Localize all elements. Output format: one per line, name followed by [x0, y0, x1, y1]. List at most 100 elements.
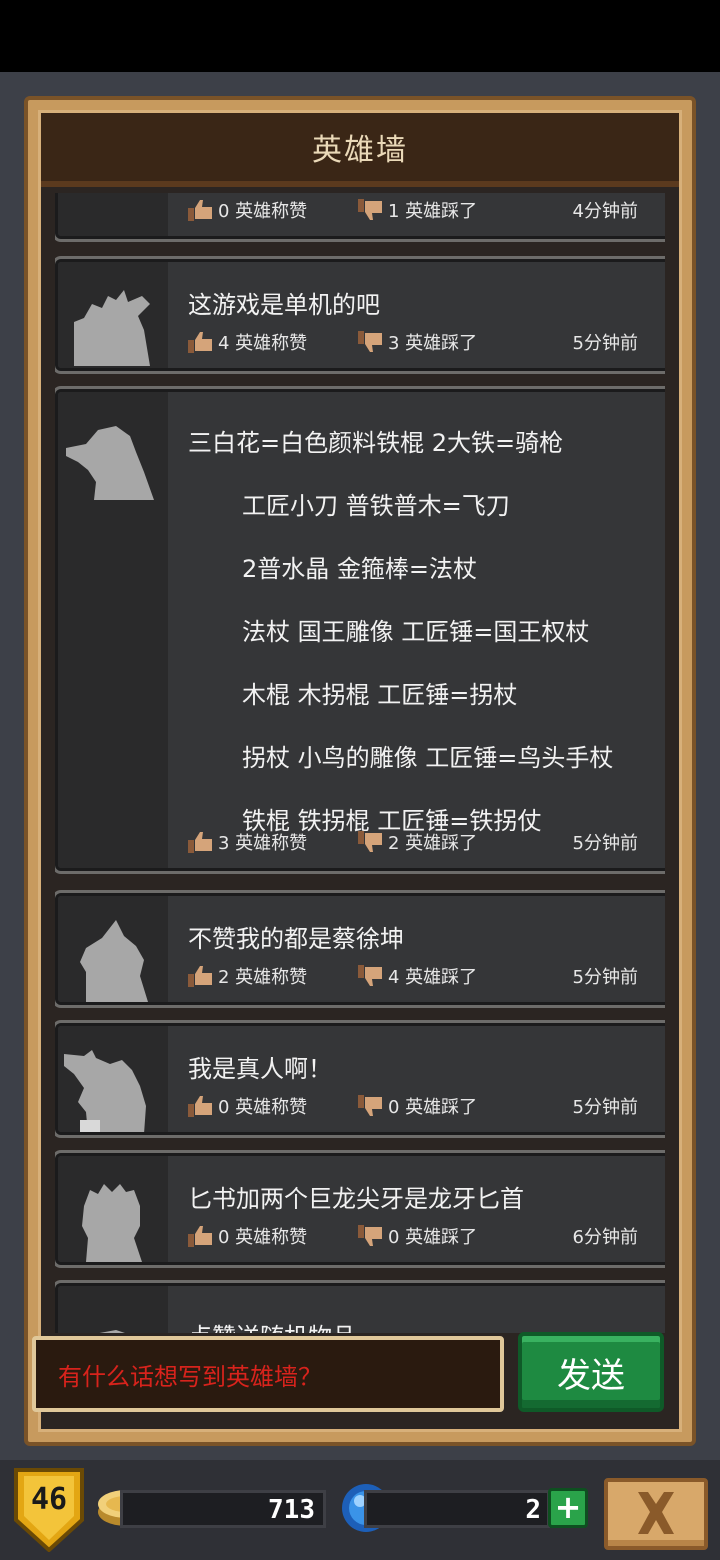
post-item: 不赞我的都是蔡徐坤 2 英雄称赞 4 英雄踩了 5分钟前: [55, 893, 665, 1005]
avatar: [58, 1026, 168, 1132]
hero-silhouette-icon: [64, 1050, 146, 1132]
hero-wall-panel: 英雄墙 0 英雄称赞 1 英雄踩了 4分钟前 这游戏是单机的吧 4 英雄称赞 3…: [24, 96, 696, 1446]
dislike-button[interactable]: 3 英雄踩了: [358, 329, 563, 355]
thumbs-down-icon: [358, 831, 382, 852]
thumbs-up-icon: [188, 1096, 212, 1117]
post-meta: 0 英雄称赞 0 英雄踩了 6分钟前: [188, 1224, 638, 1248]
post-meta: 2 英雄称赞 4 英雄踩了 5分钟前: [188, 964, 638, 988]
close-icon: [638, 1492, 674, 1534]
coin-count: 713: [268, 1495, 315, 1525]
page-title: 英雄墙: [312, 133, 408, 168]
message-line: 2普水晶 金箍棒=法杖: [242, 555, 478, 583]
avatar: [58, 896, 168, 1002]
like-count: 0 英雄称赞: [218, 201, 308, 222]
avatar: [58, 392, 168, 868]
dislike-count: 0 英雄踩了: [388, 1227, 478, 1248]
post-time: 6分钟前: [572, 1227, 638, 1248]
like-count: 2 英雄称赞: [218, 967, 308, 988]
post-message: 三白花=白色颜料铁棍 2大铁=骑枪 工匠小刀 普铁普木=飞刀 2普水晶 金箍棒=…: [188, 412, 613, 853]
thumbs-down-icon: [358, 331, 382, 352]
like-button[interactable]: 3 英雄称赞: [188, 829, 358, 855]
thumbs-up-icon: [188, 966, 212, 987]
post-item: 我是真人啊！ 0 英雄称赞 0 英雄踩了 5分钟前: [55, 1023, 665, 1135]
hero-silhouette-icon: [74, 290, 150, 366]
post-message: 匕书加两个巨龙尖牙是龙牙匕首: [188, 1185, 524, 1213]
dislike-button[interactable]: 0 英雄踩了: [358, 1223, 563, 1249]
post-feed[interactable]: 0 英雄称赞 1 英雄踩了 4分钟前 这游戏是单机的吧 4 英雄称赞 3 英雄踩…: [55, 193, 665, 1333]
message-input[interactable]: 有什么话想写到英雄墙？: [32, 1336, 504, 1412]
level-number: 46: [30, 1482, 68, 1517]
gem-counter: 2: [364, 1490, 550, 1528]
avatar: [58, 1156, 168, 1262]
thumbs-up-icon: [188, 832, 212, 853]
post-time: 4分钟前: [572, 201, 638, 222]
like-count: 0 英雄称赞: [218, 1227, 308, 1248]
like-count: 0 英雄称赞: [218, 1097, 308, 1118]
thumbs-down-icon: [358, 1095, 382, 1116]
post-time: 5分钟前: [572, 333, 638, 354]
post-time: 5分钟前: [572, 967, 638, 988]
message-line: 工匠小刀 普铁普木=飞刀: [242, 492, 510, 520]
post-content: 这游戏是单机的吧 4 英雄称赞 3 英雄踩了 5分钟前: [188, 262, 658, 368]
post-time: 5分钟前: [572, 833, 638, 854]
hero-silhouette-icon: [80, 920, 148, 1002]
like-button[interactable]: 4 英雄称赞: [188, 329, 358, 355]
dislike-button[interactable]: 2 英雄踩了: [358, 829, 563, 855]
post-item: 匕书加两个巨龙尖牙是龙牙匕首 0 英雄称赞 0 英雄踩了 6分钟前: [55, 1153, 665, 1265]
post-meta: 3 英雄称赞 2 英雄踩了 5分钟前: [188, 830, 638, 854]
dislike-button[interactable]: 1 英雄踩了: [358, 197, 563, 223]
level-badge[interactable]: 46: [12, 1466, 86, 1552]
thumbs-up-icon: [188, 200, 212, 221]
post-meta: 0 英雄称赞 1 英雄踩了 4分钟前: [188, 198, 638, 222]
dislike-count: 0 英雄踩了: [388, 1097, 478, 1118]
avatar: [58, 262, 168, 368]
thumbs-down-icon: [358, 1225, 382, 1246]
dislike-button[interactable]: 0 英雄踩了: [358, 1093, 563, 1119]
hero-silhouette-icon: [82, 1184, 142, 1262]
hero-silhouette-icon: [66, 426, 154, 500]
like-count: 4 英雄称赞: [218, 333, 308, 354]
avatar: [58, 193, 168, 236]
message-line: 法杖 国王雕像 工匠锤=国王权杖: [242, 618, 590, 646]
post-content: 匕书加两个巨龙尖牙是龙牙匕首 0 英雄称赞 0 英雄踩了 6分钟前: [188, 1156, 658, 1262]
hero-silhouette-icon: [99, 1330, 125, 1333]
post-item: 三白花=白色颜料铁棍 2大铁=骑枪 工匠小刀 普铁普木=飞刀 2普水晶 金箍棒=…: [55, 389, 665, 871]
close-button[interactable]: [604, 1478, 708, 1550]
gem-count: 2: [525, 1495, 541, 1525]
like-button[interactable]: 2 英雄称赞: [188, 963, 358, 989]
post-message: 不赞我的都是蔡徐坤: [188, 925, 404, 953]
post-message: 这游戏是单机的吧: [188, 291, 380, 319]
post-content: 0 英雄称赞 1 英雄踩了 4分钟前: [188, 193, 658, 236]
dislike-count: 2 英雄踩了: [388, 833, 478, 854]
thumbs-up-icon: [188, 332, 212, 353]
status-bar: [0, 0, 720, 72]
like-count: 3 英雄称赞: [218, 833, 308, 854]
bottom-resource-bar: 46 713 2 +: [0, 1460, 720, 1560]
post-content: 点赞送随机物品: [188, 1286, 658, 1333]
post-content: 我是真人啊！ 0 英雄称赞 0 英雄踩了 5分钟前: [188, 1026, 658, 1132]
dislike-button[interactable]: 4 英雄踩了: [358, 963, 563, 989]
post-message: 我是真人啊！: [188, 1055, 332, 1083]
like-button[interactable]: 0 英雄称赞: [188, 197, 358, 223]
post-content: 不赞我的都是蔡徐坤 2 英雄称赞 4 英雄踩了 5分钟前: [188, 896, 658, 1002]
post-meta: 4 英雄称赞 3 英雄踩了 5分钟前: [188, 330, 638, 354]
post-item: 0 英雄称赞 1 英雄踩了 4分钟前: [55, 193, 665, 239]
send-button[interactable]: 发送: [518, 1332, 664, 1412]
title-bar: 英雄墙: [41, 113, 679, 187]
thumbs-up-icon: [188, 1226, 212, 1247]
post-item: 点赞送随机物品: [55, 1283, 665, 1333]
like-button[interactable]: 0 英雄称赞: [188, 1223, 358, 1249]
post-item: 这游戏是单机的吧 4 英雄称赞 3 英雄踩了 5分钟前: [55, 259, 665, 371]
post-time: 5分钟前: [572, 1097, 638, 1118]
avatar: [58, 1286, 168, 1333]
dislike-count: 3 英雄踩了: [388, 333, 478, 354]
post-content: 三白花=白色颜料铁棍 2大铁=骑枪 工匠小刀 普铁普木=飞刀 2普水晶 金箍棒=…: [188, 392, 658, 868]
hero-wall-inner: 英雄墙 0 英雄称赞 1 英雄踩了 4分钟前 这游戏是单机的吧 4 英雄称赞 3…: [38, 110, 682, 1432]
message-line: 木棍 木拐棍 工匠锤=拐杖: [242, 681, 518, 709]
coin-counter: 713: [120, 1490, 326, 1528]
add-gems-button[interactable]: +: [548, 1488, 588, 1528]
post-meta: 0 英雄称赞 0 英雄踩了 5分钟前: [188, 1094, 638, 1118]
like-button[interactable]: 0 英雄称赞: [188, 1093, 358, 1119]
message-line: 拐杖 小鸟的雕像 工匠锤=鸟头手杖: [242, 744, 614, 772]
dislike-count: 1 英雄踩了: [388, 201, 478, 222]
